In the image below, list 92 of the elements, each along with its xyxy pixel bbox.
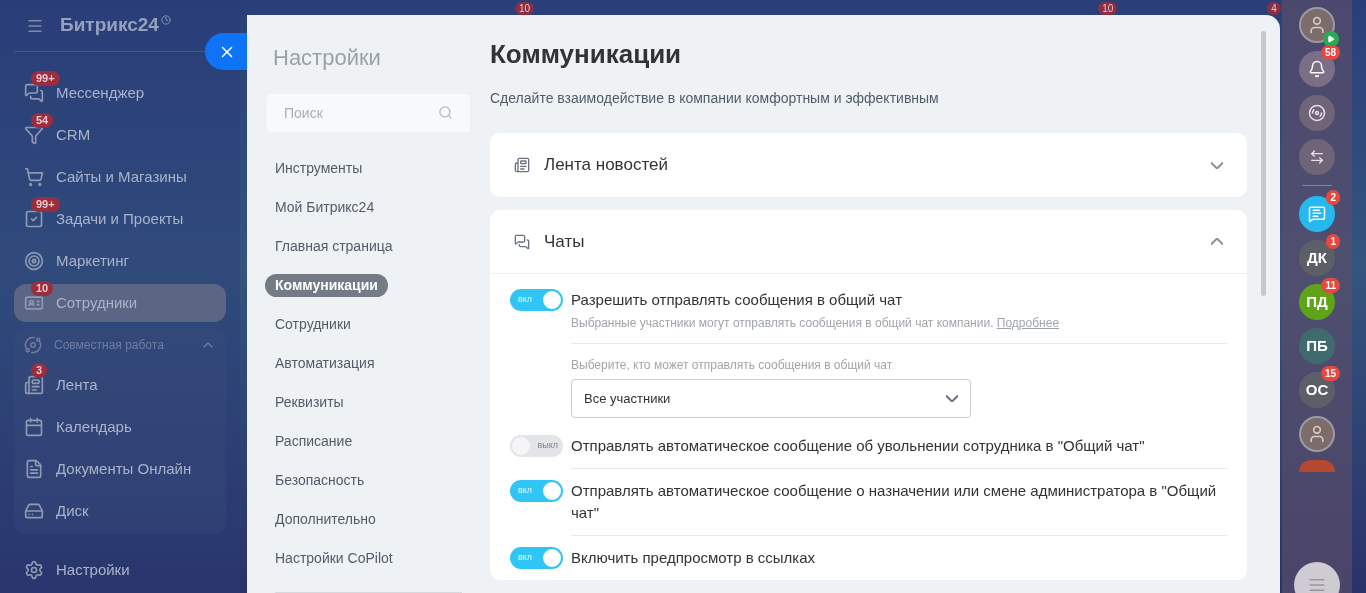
list-icon <box>1308 576 1326 593</box>
chevron-down-icon <box>946 395 958 402</box>
counter-badge: 58 <box>1320 45 1340 60</box>
user-silhouette-icon <box>1307 15 1327 35</box>
toggle-label: вкл <box>518 551 533 565</box>
toggle-knob <box>543 291 561 309</box>
counter-badge: 3 <box>31 363 48 378</box>
setting-label: Отправлять автоматическое сообщение о назначении или смене администратора в "Общий чат" <box>571 481 1218 523</box>
avatar[interactable] <box>1299 416 1335 452</box>
document-list-icon <box>24 375 44 395</box>
toggle-knob <box>512 437 530 455</box>
sidebar-item[interactable]: 99+ Мессенджер <box>14 74 226 112</box>
copilot-button[interactable] <box>1299 95 1335 131</box>
counter-badge: 2 <box>1326 190 1340 205</box>
section-header[interactable]: Чаты <box>490 210 1247 274</box>
select-field[interactable]: Все участники <box>571 379 971 418</box>
sidebar-item[interactable]: 99+ Задачи и Проекты <box>14 200 226 238</box>
settings-item[interactable]: Настройки <box>14 553 226 587</box>
section-header[interactable]: Лента новостей <box>490 133 1247 197</box>
sidebar-item[interactable]: Сайты и Магазины <box>14 158 226 196</box>
orbit-icon <box>24 336 42 354</box>
page-heading: Коммуникации <box>490 38 683 71</box>
toggle-label: вкл <box>518 293 533 307</box>
chat-icon <box>1308 205 1326 223</box>
calendar-icon <box>24 417 44 437</box>
user-silhouette-icon <box>1307 424 1327 444</box>
arrows-icon <box>1309 149 1325 165</box>
nav-item[interactable]: Расписание <box>265 430 363 453</box>
nav-item[interactable]: Дополнительно <box>265 508 386 531</box>
logo: Битрикс24 <box>60 13 159 38</box>
more-link[interactable]: Подробнее <box>996 316 1060 330</box>
counter-badge: 10 <box>1098 2 1118 15</box>
toggle-label: выкл <box>537 439 558 453</box>
nav-item[interactable]: Инструменты <box>265 157 373 180</box>
sidebar-item[interactable]: 10 Сотрудники <box>14 284 226 322</box>
chevron-down-icon <box>1211 161 1223 169</box>
nav-item[interactable]: Мой Битрикс24 <box>265 196 385 219</box>
clock-icon <box>160 14 171 25</box>
target-icon <box>24 251 44 271</box>
id-card-icon <box>24 293 44 313</box>
field-label: Выберите, кто может отправлять сообщения в общий чат <box>571 357 894 374</box>
funnel-icon <box>24 125 44 145</box>
panel-title: Настройки <box>272 44 382 72</box>
counter-badge: 10 <box>515 2 535 15</box>
setting-label: Разрешить отправлять сообщения в общий чат <box>571 290 903 310</box>
nav-item[interactable]: Главная страница <box>265 235 403 258</box>
page-subtitle: Сделайте взаимодействие в компании комфортным и эффективным <box>490 89 940 108</box>
chevron-up-icon <box>1211 238 1223 245</box>
counter-badge: 54 <box>31 113 54 128</box>
sidebar-item[interactable]: Документы Онлайн <box>14 450 226 488</box>
counter-badge: 99+ <box>31 197 60 212</box>
document-icon <box>24 459 44 479</box>
nav-item[interactable]: Безопасность <box>265 469 375 492</box>
counter-badge: 11 <box>1321 278 1340 293</box>
search-icon <box>438 105 453 120</box>
sidebar-item[interactable]: 54 CRM <box>14 116 226 154</box>
nav-item[interactable]: Коммуникации <box>265 274 388 297</box>
contact-avatar[interactable]: ПБ <box>1299 328 1335 364</box>
exchange-chat-button[interactable] <box>1299 139 1335 175</box>
counter-badge: 99+ <box>31 71 60 86</box>
sidebar-item[interactable]: 3 Лента <box>14 366 226 404</box>
cart-icon <box>24 167 44 187</box>
play-status-icon <box>1323 31 1339 47</box>
counter-badge: 10 <box>31 281 54 296</box>
sidebar-item[interactable]: Маркетинг <box>14 242 226 280</box>
chat-bubbles-icon <box>514 233 530 250</box>
nav-item[interactable]: Реквизиты <box>265 391 354 414</box>
counter-badge: 4 <box>1267 2 1281 15</box>
gear-icon <box>24 560 44 580</box>
toggle-label: вкл <box>518 484 533 498</box>
toggle-knob <box>543 549 561 567</box>
nav-item[interactable]: Сотрудники <box>265 313 361 336</box>
disc-icon <box>1308 104 1326 122</box>
sidebar-item[interactable]: Диск <box>14 492 226 530</box>
nav-item[interactable]: Настройки CoPilot <box>265 547 403 570</box>
chat-bubbles-icon <box>24 83 44 103</box>
drive-icon <box>24 501 44 521</box>
setting-label: Отправлять автоматическое сообщение об увольнении сотрудника в "Общий чат" <box>571 436 1145 456</box>
toggle-switch[interactable]: выкл <box>510 435 563 457</box>
counter-badge: 15 <box>1320 366 1340 381</box>
setting-label: Включить предпросмотр в ссылках <box>571 548 816 568</box>
search-field[interactable]: Поиск <box>267 94 470 132</box>
nav-item[interactable]: Автоматизация <box>265 352 385 375</box>
counter-badge: 1 <box>1326 234 1340 249</box>
checkbox-icon <box>24 209 44 229</box>
avatar[interactable] <box>1299 7 1335 43</box>
bell-icon <box>1308 60 1326 78</box>
close-button[interactable] <box>205 33 249 70</box>
newspaper-icon <box>514 157 530 173</box>
setting-description: Выбранные участники могут отправлять сообщения в общий чат компании. Подробнее <box>571 315 1060 332</box>
sidebar-item[interactable]: Календарь <box>14 408 226 446</box>
toggle-knob <box>543 482 561 500</box>
